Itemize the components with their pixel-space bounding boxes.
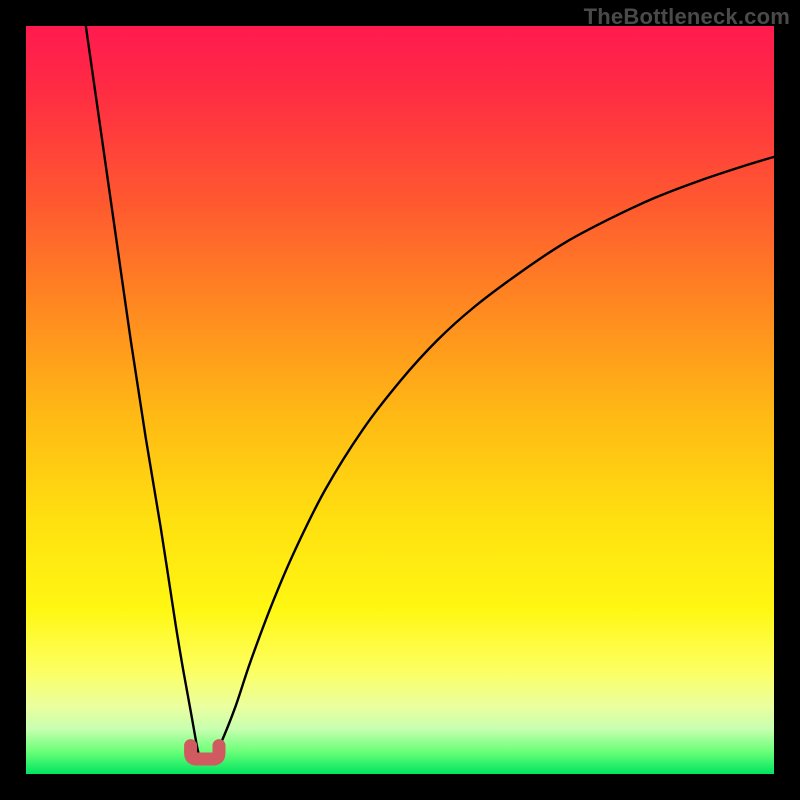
curve-left-branch xyxy=(86,26,200,758)
watermark-text: TheBottleneck.com xyxy=(584,4,790,30)
chart-svg xyxy=(26,26,774,774)
bottom-marker xyxy=(191,746,219,759)
gradient-plot-area xyxy=(26,26,774,774)
curve-right-branch xyxy=(213,157,774,758)
